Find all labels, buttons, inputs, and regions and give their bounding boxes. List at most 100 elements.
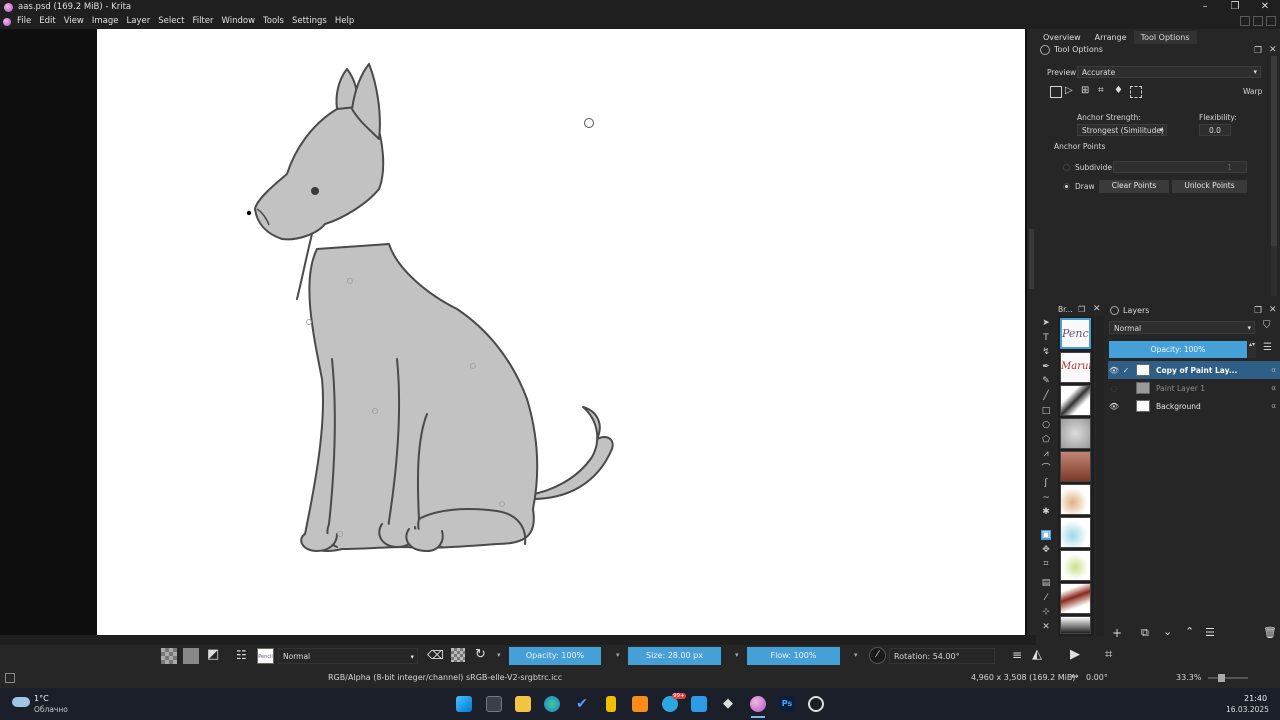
- close-layers-icon[interactable]: ✕: [1269, 305, 1277, 315]
- tool-options-scrollbar[interactable]: [1271, 56, 1277, 296]
- wrap-around-icon[interactable]: ⌗: [1105, 647, 1112, 662]
- polyline-tool-icon[interactable]: ⩘: [1041, 449, 1051, 459]
- mesh-icon[interactable]: [1130, 86, 1142, 98]
- preview-dropdown[interactable]: Accurate ▾: [1077, 66, 1261, 78]
- blender-icon[interactable]: [632, 696, 648, 712]
- chevron-down-icon[interactable]: ▾: [854, 651, 858, 659]
- selection-mode-icon[interactable]: [5, 673, 15, 683]
- brush-opacity-slider[interactable]: Opacity: 100%: [509, 647, 601, 665]
- minimize-button[interactable]: –: [1190, 0, 1220, 14]
- float-brushes-icon[interactable]: ❐: [1078, 305, 1085, 314]
- flexibility-spinbox[interactable]: 0.0: [1199, 124, 1231, 136]
- opacity-spinner[interactable]: ▴▾: [1248, 341, 1256, 358]
- close-brushes-icon[interactable]: ✕: [1093, 304, 1101, 314]
- multibrush-icon[interactable]: ✱: [1041, 507, 1051, 517]
- chevron-down-icon[interactable]: ▾: [616, 651, 620, 659]
- brush-flow-slider[interactable]: Flow: 100%: [747, 647, 840, 665]
- clear-points-button[interactable]: Clear Points: [1099, 180, 1169, 193]
- brush-size-slider[interactable]: Size: 28.00 px: [628, 647, 721, 665]
- tab-overview[interactable]: Overview: [1036, 31, 1088, 44]
- menu-help[interactable]: Help: [331, 14, 358, 29]
- menu-filter[interactable]: Filter: [188, 14, 217, 29]
- float-layers-icon[interactable]: ❐: [1254, 306, 1262, 316]
- brush-blend-mode-dropdown[interactable]: Normal ▾: [278, 648, 418, 664]
- cage-icon[interactable]: ⌗: [1098, 85, 1104, 96]
- transform-tool-icon[interactable]: ▣: [1041, 530, 1051, 540]
- rotation-dial-icon[interactable]: ⁄: [869, 647, 886, 664]
- brush-preset-ink[interactable]: [1060, 385, 1091, 416]
- doc-restore-button[interactable]: [1253, 16, 1263, 26]
- todo-icon[interactable]: ✔: [574, 696, 590, 712]
- canvas-vertical-scrollbar[interactable]: [1027, 29, 1036, 637]
- reload-preset-icon[interactable]: ↻: [475, 647, 486, 662]
- pinned-app-icon[interactable]: [606, 696, 616, 712]
- duplicate-layer-icon[interactable]: ⧉: [1141, 626, 1149, 640]
- anchor-strength-dropdown[interactable]: Strongest (Similitude) ▾: [1077, 124, 1167, 136]
- move-tool-icon[interactable]: ✥: [1041, 545, 1051, 555]
- calligraphy-icon[interactable]: ✒: [1041, 362, 1051, 372]
- weather-icon[interactable]: [12, 697, 30, 707]
- menu-image[interactable]: Image: [88, 14, 123, 29]
- brush-preset-blender[interactable]: [1060, 418, 1091, 449]
- task-view-icon[interactable]: [486, 696, 502, 712]
- menu-settings[interactable]: Settings: [288, 14, 331, 29]
- color-picker-icon[interactable]: ⁄: [1041, 593, 1051, 603]
- menu-view[interactable]: View: [60, 14, 88, 29]
- delete-layer-icon[interactable]: 🗑: [1263, 626, 1277, 639]
- eye-icon[interactable]: 👁: [1108, 366, 1120, 375]
- layer-blend-mode-dropdown[interactable]: Normal ▾: [1109, 321, 1255, 334]
- brush-preset-spray[interactable]: [1060, 517, 1091, 548]
- mirror-vertical-icon[interactable]: ▶: [1070, 647, 1080, 662]
- swap-colors-icon[interactable]: ◩: [207, 647, 219, 662]
- photoshop-icon[interactable]: Ps: [779, 696, 795, 712]
- draw-radio[interactable]: [1063, 183, 1070, 190]
- brush-preset-smudge[interactable]: [1060, 616, 1091, 634]
- free-transform-icon[interactable]: [1050, 86, 1062, 98]
- ellipse-tool-icon[interactable]: ○: [1041, 420, 1051, 430]
- file-explorer-icon[interactable]: [515, 696, 531, 712]
- menu-edit[interactable]: Edit: [35, 14, 59, 29]
- canvas-paper[interactable]: [97, 29, 1025, 635]
- line-tool-icon[interactable]: ╱: [1041, 391, 1051, 401]
- brush-preset-airbrush[interactable]: [1060, 550, 1091, 581]
- menu-layer[interactable]: Layer: [123, 14, 155, 29]
- maximize-button[interactable]: ❐: [1220, 0, 1250, 14]
- mirror-horizontal-icon[interactable]: ◭: [1032, 647, 1042, 662]
- tab-arrange[interactable]: Arrange: [1088, 31, 1134, 44]
- brush-presets-scrollbar[interactable]: [1096, 316, 1104, 636]
- move-layer-down-icon[interactable]: ⌄: [1163, 625, 1172, 638]
- canvas-horizontal-scrollbar[interactable]: [0, 635, 1036, 643]
- steam-icon[interactable]: ◆: [720, 696, 736, 712]
- eye-icon[interactable]: 👁: [1108, 402, 1120, 411]
- checkmark-icon[interactable]: ✓: [1120, 366, 1132, 375]
- layer-opacity-slider[interactable]: Opacity: 100%: [1109, 341, 1247, 358]
- preserve-alpha-icon[interactable]: [451, 648, 465, 662]
- start-icon[interactable]: [456, 696, 472, 712]
- paint-app-icon[interactable]: [691, 696, 707, 712]
- chevron-down-icon[interactable]: ▾: [735, 651, 739, 659]
- layers-menu-icon[interactable]: ☰: [1263, 342, 1272, 353]
- current-brush-preset[interactable]: Pencil: [257, 648, 274, 664]
- liquify-icon[interactable]: ♦: [1114, 85, 1123, 96]
- float-docker-icon[interactable]: ❐: [1254, 46, 1262, 56]
- measure-tool-icon[interactable]: ✕: [1041, 622, 1051, 632]
- layer-row[interactable]: 👁 Background α: [1108, 397, 1280, 415]
- bezier-tool-icon[interactable]: ⌒: [1041, 464, 1051, 474]
- close-button[interactable]: ✕: [1250, 0, 1280, 14]
- toolbar-menu-icon[interactable]: ≡: [1012, 648, 1022, 662]
- alpha-lock-icon[interactable]: α: [1271, 384, 1280, 392]
- text-tool-icon[interactable]: T: [1041, 333, 1051, 343]
- layer-row[interactable]: 👁 ✓ Copy of Paint Lay... α: [1108, 361, 1280, 379]
- add-layer-icon[interactable]: +: [1112, 626, 1122, 640]
- edge-icon[interactable]: [544, 696, 560, 712]
- menu-select[interactable]: Select: [154, 14, 188, 29]
- gradient-tool-icon[interactable]: ▤: [1041, 578, 1051, 588]
- menu-window[interactable]: Window: [218, 14, 260, 29]
- subdivide-radio[interactable]: [1063, 164, 1070, 171]
- menu-file[interactable]: File: [13, 14, 35, 29]
- rotation-field[interactable]: Rotation: 54.00°: [889, 648, 995, 664]
- brush-preset-wet[interactable]: [1060, 583, 1091, 614]
- perspective-icon[interactable]: ▷: [1065, 85, 1073, 96]
- fill-pattern-icon[interactable]: [161, 648, 177, 664]
- unlock-points-button[interactable]: Unlock Points: [1172, 180, 1247, 193]
